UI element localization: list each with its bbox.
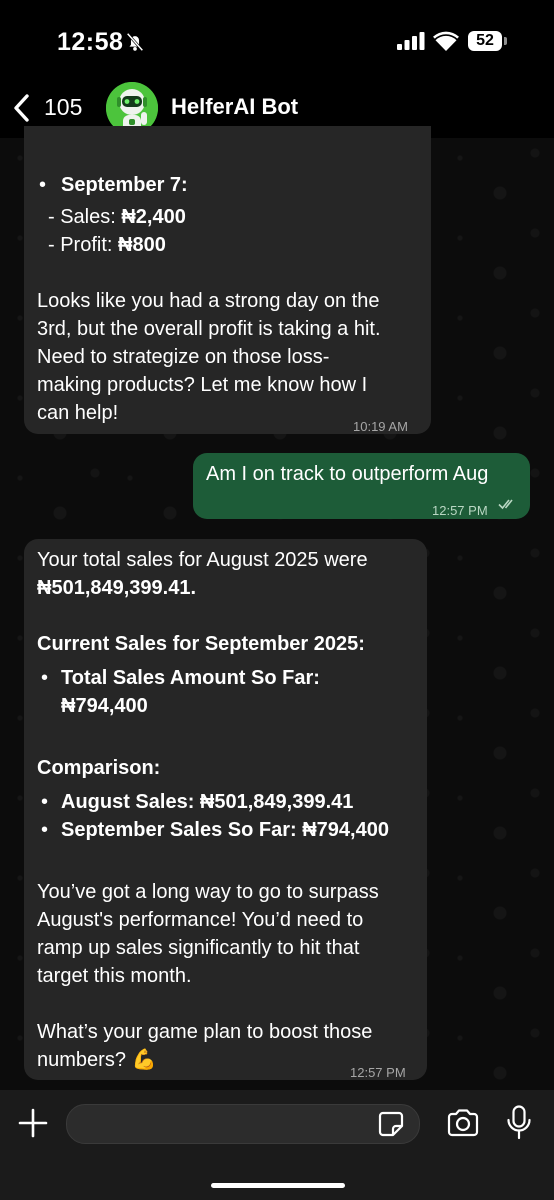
back-unread-count[interactable]: 105: [44, 94, 82, 121]
message-line: Need to strategize on those loss-: [37, 346, 330, 368]
message-timestamp: 12:57 PM: [432, 503, 488, 518]
bullet-dot: •: [41, 791, 49, 813]
message-bubble-incoming[interactable]: • September 7: - Sales: ₦2,400 - Profit:…: [24, 126, 431, 434]
message-line: Your total sales for August 2025 were: [37, 549, 368, 571]
battery-nub: [504, 37, 507, 45]
section-heading: Current Sales for September 2025:: [37, 633, 365, 655]
profit-value: ₦800: [118, 234, 166, 256]
message-line: target this month.: [37, 965, 192, 987]
home-indicator: [211, 1183, 345, 1188]
bullet-dot: •: [39, 174, 47, 196]
bell-slash-icon: [126, 32, 144, 52]
message-bubble-outgoing[interactable]: Am I on track to outperform Aug 12:57 PM: [193, 453, 530, 519]
message-line: What’s your game plan to boost those: [37, 1021, 373, 1043]
message-line: You’ve got a long way to go to surpass: [37, 881, 379, 903]
battery-icon: 52: [468, 31, 502, 51]
status-bar: 12:58 52: [0, 0, 554, 80]
chevron-left-icon[interactable]: [12, 94, 30, 122]
message-composer: [0, 1090, 554, 1200]
section-heading: Comparison:: [37, 757, 161, 779]
bullet-text: September Sales So Far: ₦794,400: [61, 819, 389, 841]
microphone-icon[interactable]: [506, 1105, 532, 1141]
contact-name[interactable]: HelferAI Bot: [171, 94, 298, 120]
sales-line: - Sales: ₦2,400: [48, 203, 186, 231]
camera-icon[interactable]: [446, 1109, 480, 1137]
message-line: August's performance! You’d need to: [37, 909, 364, 931]
status-time: 12:58: [57, 28, 124, 56]
message-timestamp: 10:19 AM: [353, 419, 408, 434]
read-receipt-icon: [498, 499, 513, 510]
message-input[interactable]: [66, 1104, 420, 1144]
message-text: Am I on track to outperform Aug: [206, 463, 489, 485]
message-line: numbers? 💪: [37, 1049, 157, 1071]
message-line: 3rd, but the overall profit is taking a …: [37, 318, 381, 340]
wifi-icon: [433, 31, 459, 51]
profit-label: - Profit:: [48, 234, 119, 256]
message-line: making products? Let me know how I: [37, 374, 368, 396]
signal-icon: [397, 32, 425, 50]
sales-value: ₦2,400: [121, 206, 186, 228]
message-line: Looks like you had a strong day on the: [37, 290, 380, 312]
bullet-dot: •: [41, 667, 49, 689]
message-line: can help!: [37, 402, 119, 424]
message-line: ₦501,849,399.41.: [37, 577, 197, 599]
bullet-text: Total Sales Amount So Far:: [61, 667, 320, 689]
bullet-dot: •: [41, 819, 49, 841]
bullet-text: August Sales: ₦501,849,399.41: [61, 791, 354, 813]
plus-icon[interactable]: [17, 1107, 49, 1139]
sticker-icon[interactable]: [378, 1111, 404, 1137]
message-line: ramp up sales significantly to hit that: [37, 937, 360, 959]
sales-label: - Sales:: [48, 206, 122, 228]
profit-line: - Profit: ₦800: [48, 231, 166, 259]
message-timestamp: 12:57 PM: [350, 1065, 406, 1080]
message-bubble-incoming[interactable]: Your total sales for August 2025 were ₦5…: [24, 539, 427, 1080]
bullet-title: September 7:: [61, 174, 188, 196]
bullet-text: ₦794,400: [61, 695, 148, 717]
